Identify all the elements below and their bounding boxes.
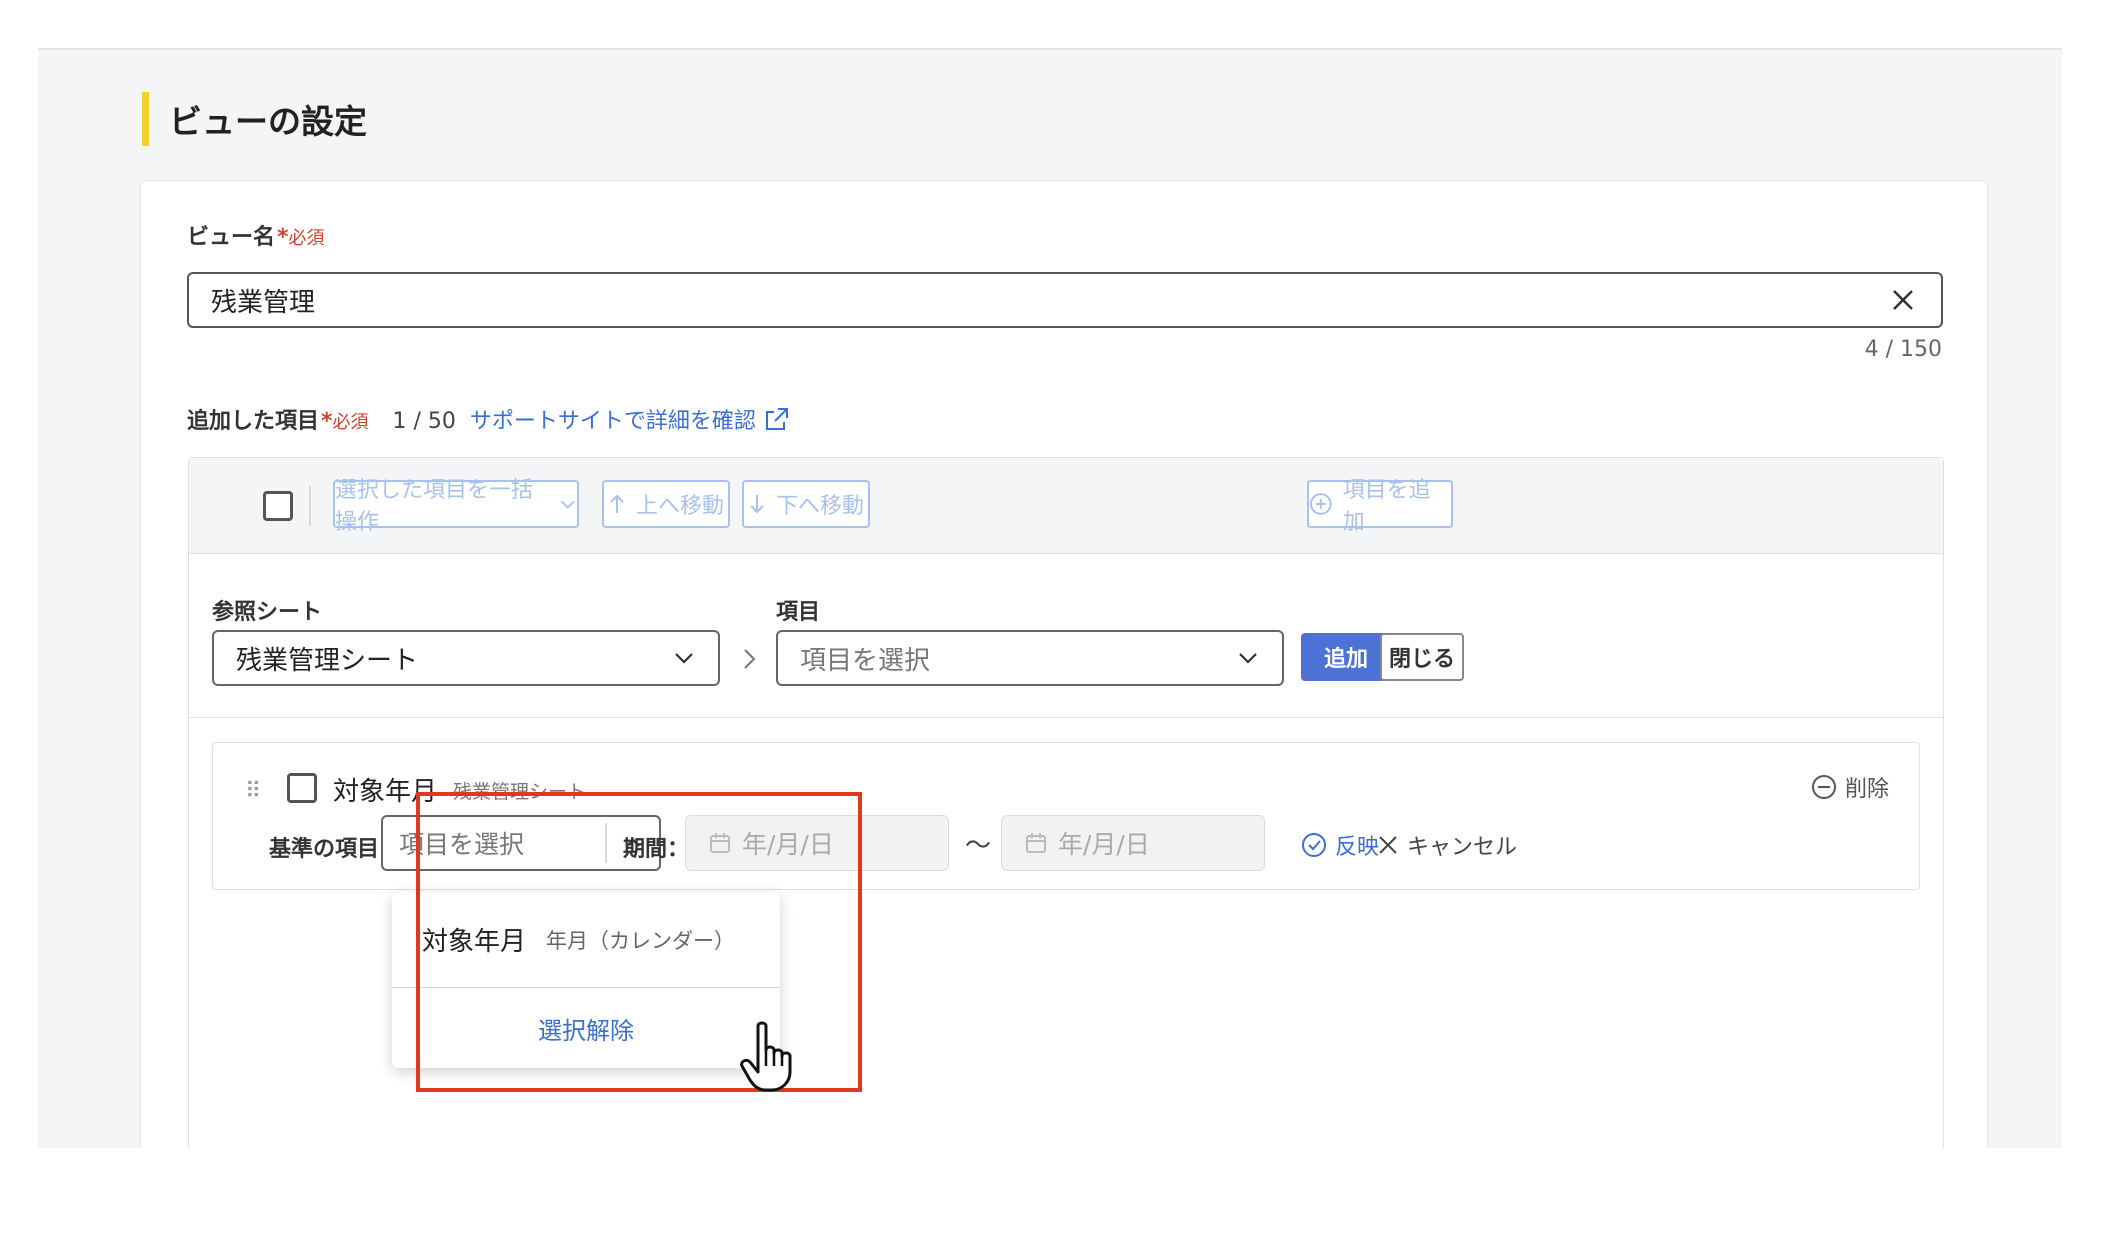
arrow-down-icon [750, 495, 764, 514]
option-name: 対象年月 [422, 927, 527, 957]
calendar-icon [710, 833, 730, 853]
apply-button[interactable]: 反映 [1301, 829, 1379, 861]
item-checkbox[interactable] [287, 773, 317, 803]
filter-divider [605, 823, 607, 863]
added-item-row: ⠿ 対象年月 残業管理シート 削除 基準の項目： 項目を選択 期間： 年/月/日 [212, 742, 1920, 890]
chevron-right-icon [744, 649, 756, 669]
section-accent-bar [142, 92, 149, 146]
chevron-down-icon [675, 653, 693, 664]
plus-circle-icon [1309, 493, 1332, 515]
close-button[interactable]: 閉じる [1380, 633, 1464, 681]
page-title: ビューの設定 [169, 102, 367, 141]
item-label: 項目 [776, 600, 821, 625]
close-icon [1379, 836, 1397, 854]
option-type: 年月（カレンダー） [546, 928, 736, 953]
required-text: 必須 [332, 412, 369, 433]
date-to-input[interactable]: 年/月/日 [1001, 815, 1265, 871]
item-picker: 参照シート 残業管理シート 項目 項目を選択 追加 閉じる [189, 554, 1943, 718]
items-count: 1 / 50 [392, 409, 456, 434]
added-items-label: 追加した項目 * 必須 [187, 409, 369, 434]
move-up-button[interactable]: 上へ移動 [602, 480, 730, 528]
reference-sheet-label: 参照シート [212, 600, 323, 625]
check-circle-icon [1302, 833, 1326, 857]
chevron-down-icon [561, 500, 575, 509]
item-name: 対象年月 [333, 777, 438, 807]
support-site-link[interactable]: サポートサイトで詳細を確認 [470, 403, 790, 435]
base-item-select[interactable]: 項目を選択 [381, 815, 661, 871]
page-background: ビューの設定 ビュー名 * 必須 残業管理 4 / 150 追加した項目 * 必… [38, 48, 2062, 1148]
add-button[interactable]: 追加 [1301, 633, 1391, 681]
cancel-button[interactable]: キャンセル [1377, 829, 1517, 861]
delete-button[interactable]: 削除 [1811, 771, 1889, 803]
pointer-hand-icon [740, 1021, 792, 1092]
reference-sheet-select[interactable]: 残業管理シート [212, 630, 720, 686]
add-item-button[interactable]: 項目を追加 [1307, 478, 1453, 535]
chevron-down-icon [1239, 653, 1257, 664]
clear-icon[interactable] [1887, 284, 1919, 316]
required-mark: * [277, 225, 289, 250]
move-down-button[interactable]: 下へ移動 [742, 480, 870, 528]
items-toolbar: 選択した項目を一括操作 上へ移動 下へ移動 項目を追加 [189, 458, 1943, 554]
select-all-checkbox[interactable] [263, 491, 293, 521]
added-items-header: 追加した項目 * 必須 1 / 50 サポートサイトで詳細を確認 [187, 403, 790, 435]
view-name-label: ビュー名 * 必須 [187, 225, 325, 250]
minus-circle-icon [1811, 775, 1836, 799]
calendar-icon [1026, 833, 1046, 853]
character-counter: 4 / 150 [1864, 337, 1942, 362]
required-text: 必須 [288, 228, 325, 249]
external-link-icon [765, 408, 788, 430]
clear-selection-button[interactable]: 選択解除 [392, 988, 780, 1068]
item-sheet-name: 残業管理シート [453, 781, 587, 803]
section-header: ビューの設定 [142, 92, 367, 146]
bulk-action-button[interactable]: 選択した項目を一括操作 [333, 478, 579, 535]
dropdown-option[interactable]: 対象年月 年月（カレンダー） [392, 892, 780, 988]
range-separator: 〜 [965, 831, 992, 861]
period-label: 期間： [623, 837, 690, 862]
required-mark: * [321, 409, 333, 434]
view-name-input[interactable]: 残業管理 [187, 272, 1943, 328]
item-select[interactable]: 項目を選択 [776, 630, 1284, 686]
toolbar-divider [309, 486, 311, 526]
view-name-value: 残業管理 [211, 287, 316, 318]
arrow-up-icon [610, 494, 624, 513]
drag-handle-icon[interactable]: ⠿ [245, 779, 261, 804]
date-from-input[interactable]: 年/月/日 [685, 815, 949, 871]
base-item-dropdown: 対象年月 年月（カレンダー） 選択解除 [392, 892, 780, 1068]
